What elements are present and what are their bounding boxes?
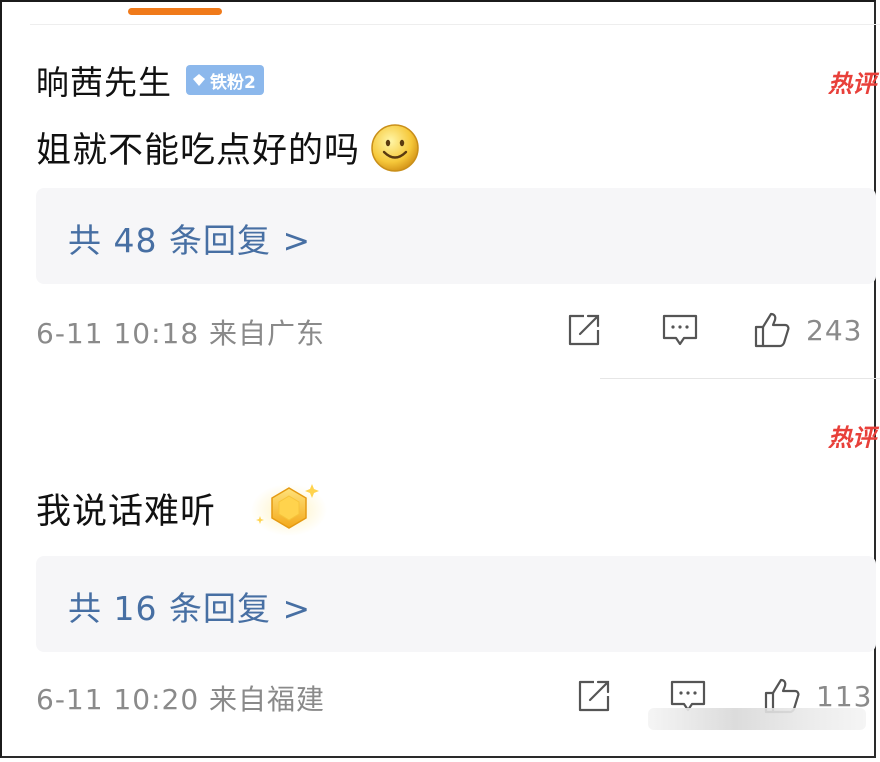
thumbs-up-icon [754,312,790,348]
share-icon [578,680,610,712]
comment-button[interactable] [660,310,700,350]
timestamp-location: 6-11 10:20 来自福建 [36,683,326,716]
hot-comment-tag: 热评 [828,70,876,94]
hot-comment-tag: 热评 [828,424,876,448]
reply-box[interactable]: 共 16 条回复 > [36,556,876,652]
diamond-icon [193,74,205,86]
comment-content: 我说话难听 [36,476,328,540]
fan-level-badge[interactable]: 铁粉2 [186,65,264,95]
share-icon [568,314,600,346]
blurred-overlay [648,708,866,730]
like-count: 243 [806,313,863,347]
like-button[interactable]: 243 [752,310,862,350]
top-divider [30,24,880,25]
view-replies-link[interactable]: 共 48 条回复 > [68,214,311,262]
comment-header: 晌茜先生 铁粉2 [36,56,264,104]
comment-text: 我说话难听 [36,491,217,532]
comment-divider [600,378,880,379]
share-button[interactable] [564,310,604,350]
comment-content: 姐就不能吃点好的吗 [36,122,420,173]
comment-text: 姐就不能吃点好的吗 [36,131,361,171]
comment-meta-row: 6-11 10:18 来自广东 243 [36,312,880,352]
comment-icon [662,314,698,346]
timestamp-location: 6-11 10:18 来自广东 [36,317,326,350]
smiley-emoji-icon [371,123,419,172]
share-button[interactable] [574,676,614,716]
reply-box[interactable]: 共 48 条回复 > [36,188,876,284]
username[interactable]: 晌茜先生 [36,56,172,104]
gold-medal-icon [251,484,328,536]
active-tab-indicator [128,8,222,15]
fan-badge-label: 铁粉2 [210,72,256,93]
view-replies-link[interactable]: 共 16 条回复 > [68,582,311,630]
